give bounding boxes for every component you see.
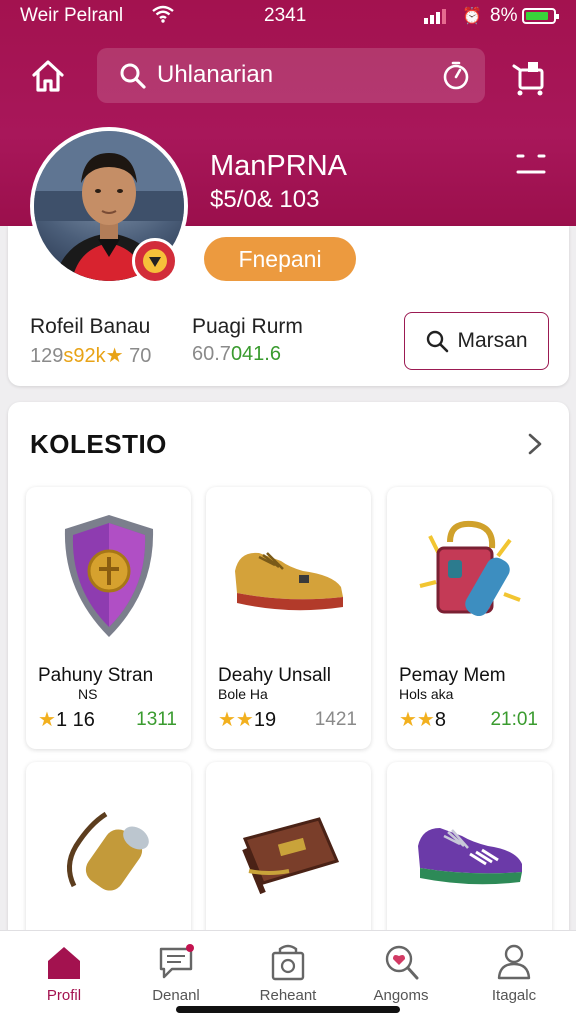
shield-icon (26, 501, 191, 651)
status-pill[interactable]: Fnepani (204, 237, 356, 281)
stat-value-1: 129s92k★ 70 (30, 345, 152, 367)
alarm-icon: ⏰ (462, 8, 482, 25)
collection-title: KOLESTIO (30, 429, 167, 459)
home-icon (48, 947, 80, 979)
clock: 2341 (264, 5, 307, 26)
profile-balance: $5/0& 103 (210, 186, 320, 213)
star-icon: ★★ (399, 709, 435, 731)
wifi-icon (152, 5, 174, 23)
store-icon (271, 944, 305, 981)
item-value: 1421 (314, 709, 357, 730)
stat-label-2: Puagi Rurm (192, 315, 303, 338)
user-icon (497, 944, 531, 980)
battery-icon (522, 8, 559, 24)
home-icon[interactable] (28, 56, 68, 96)
search-icon (120, 63, 146, 89)
nav-label: Itagalc (491, 987, 537, 1004)
bag-icon (387, 501, 552, 651)
status-bar: Weir Pelranl 2341 ⏰ 8% (0, 0, 576, 32)
timer-icon[interactable] (441, 61, 471, 91)
item-rating: ★1 16 (38, 709, 95, 731)
sneaker-icon (206, 501, 371, 651)
item-name: Deahy Unsall (218, 665, 331, 686)
item-rating: ★★19 (218, 709, 277, 731)
collection-item[interactable]: Pemay Mem Hols aka ★★8 21:01 (387, 487, 552, 749)
stat-label-1: Rofeil Banau (30, 315, 151, 338)
home-indicator (176, 1006, 400, 1013)
item-subtitle: NS (78, 686, 98, 702)
running-shoe-icon (387, 776, 552, 926)
item-subtitle: Bole Ha (218, 686, 268, 702)
search-icon (427, 330, 449, 353)
nav-label: Profil (46, 987, 82, 1004)
heart-search-icon (385, 945, 419, 980)
item-name: Pemay Mem (399, 665, 506, 686)
wallet-icon (206, 776, 371, 926)
star-icon: ★ (38, 709, 56, 731)
search-input[interactable] (157, 58, 417, 92)
chat-icon (159, 944, 194, 979)
stat-value-2: 60.7041.6 (192, 343, 281, 365)
nav-label: Angoms (373, 987, 429, 1004)
battery-percent: 8% (490, 5, 518, 26)
chevron-right-icon[interactable] (524, 432, 546, 456)
cart-icon[interactable] (512, 56, 548, 96)
collection-item[interactable]: Deahy Unsall Bole Ha ★★19 1421 (206, 487, 371, 749)
nav-label: Denanl (152, 987, 200, 1004)
signal-icon (424, 9, 446, 24)
search-bar[interactable] (97, 48, 485, 103)
nav-item-profil[interactable]: Profil (16, 931, 112, 1021)
profile-name: ManPRNA (210, 150, 347, 182)
item-name: Pahuny Stran (38, 665, 154, 686)
carrier-name: Weir Pelranl (20, 5, 124, 26)
item-value: 21:01 (490, 709, 538, 730)
nav-item-itagalc[interactable]: Itagalc (466, 931, 562, 1021)
menu-icon[interactable] (516, 150, 546, 180)
search-action-button[interactable]: Marsan (404, 312, 549, 370)
item-rating: ★★8 (399, 709, 446, 731)
scroll-icon (26, 776, 191, 926)
item-value: 1311 (136, 709, 177, 730)
search-action-label: Marsan (457, 329, 528, 352)
star-icon: ★★ (218, 709, 254, 731)
nav-label: Reheant (259, 987, 317, 1004)
club-badge-icon (132, 238, 178, 284)
item-subtitle: Hols aka (399, 686, 454, 702)
collection-item[interactable]: Pahuny Stran NS ★1 16 1311 (26, 487, 191, 749)
